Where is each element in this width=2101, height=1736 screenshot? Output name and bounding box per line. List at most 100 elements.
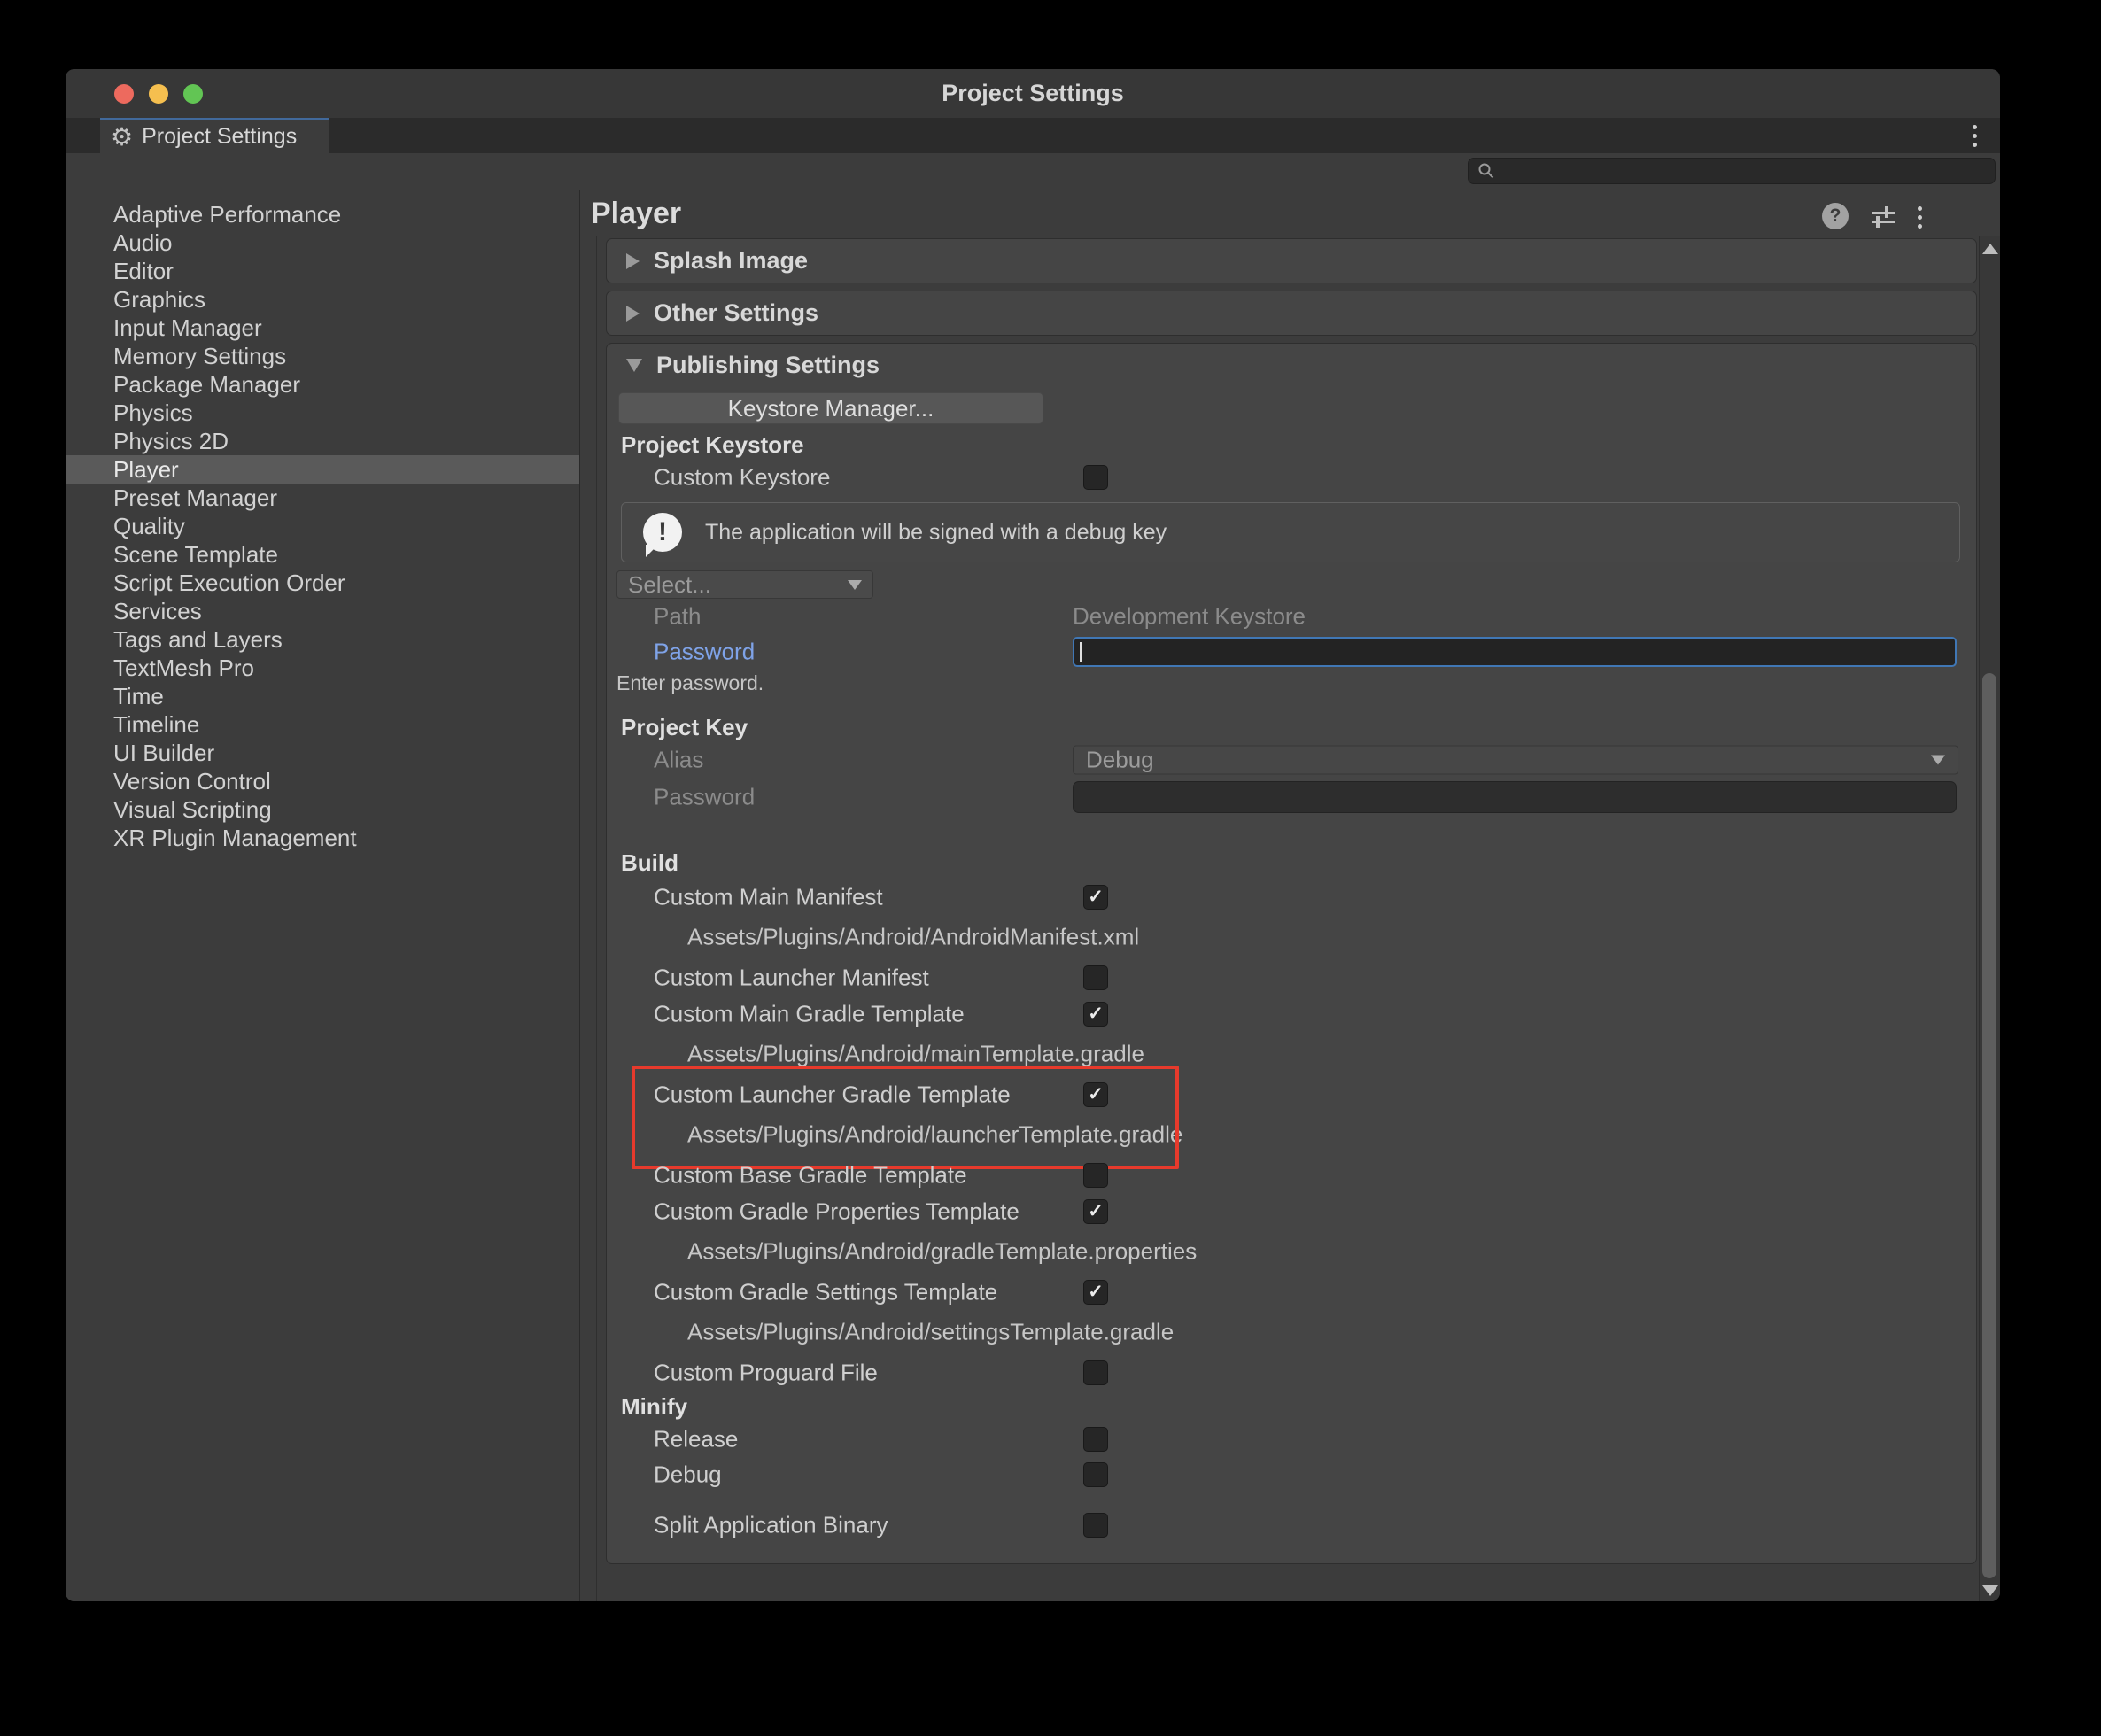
window-title: Project Settings (942, 80, 1124, 107)
vertical-scrollbar[interactable] (1979, 236, 2000, 1601)
sidebar-item-textmesh-pro[interactable]: TextMesh Pro (66, 654, 579, 682)
checked-checkbox[interactable]: ✓ (1083, 1280, 1108, 1305)
key-password-input[interactable] (1073, 781, 1957, 813)
debug-key-info-text: The application will be signed with a de… (705, 520, 1167, 546)
sidebar-item-preset-manager[interactable]: Preset Manager (66, 484, 579, 512)
help-icon[interactable]: ? (1822, 203, 1849, 229)
sidebar-item-xr-plugin-management[interactable]: XR Plugin Management (66, 824, 579, 852)
panel-header: Player (580, 190, 2000, 236)
other-settings-header[interactable]: Other Settings (607, 291, 1976, 335)
section-title: Splash Image (654, 247, 808, 275)
alias-dropdown[interactable]: Debug (1073, 746, 1958, 775)
checked-checkbox[interactable]: ✓ (1083, 885, 1108, 910)
search-box[interactable] (1468, 158, 1996, 184)
search-icon (1477, 162, 1495, 180)
tab-strip-kebab-menu-icon[interactable] (1973, 125, 1977, 147)
asset-path-text: Assets/Plugins/Android/AndroidManifest.x… (687, 924, 1139, 951)
keystore-password-row: Password (607, 634, 1976, 670)
setting-label: Custom Gradle Properties Template (654, 1197, 1019, 1225)
sidebar-item-scene-template[interactable]: Scene Template (66, 540, 579, 569)
alias-value: Debug (1086, 747, 1154, 774)
section-other-settings: Other Settings (606, 291, 1977, 336)
setting-row: Custom Base Gradle Template (607, 1157, 1976, 1193)
sidebar-item-physics[interactable]: Physics (66, 399, 579, 427)
tab-strip: ⚙ Project Settings (66, 118, 2000, 153)
setting-label: Custom Main Manifest (654, 883, 883, 911)
enter-password-hint: Enter password. (607, 670, 1976, 696)
sidebar-item-package-manager[interactable]: Package Manager (66, 370, 579, 399)
sidebar-item-timeline[interactable]: Timeline (66, 710, 579, 739)
unchecked-checkbox[interactable] (1083, 1360, 1108, 1385)
custom-keystore-checkbox[interactable] (1083, 465, 1108, 490)
presets-sliders-icon[interactable] (1870, 204, 1896, 229)
setting-label: Custom Main Gradle Template (654, 1000, 965, 1027)
scroll-down-arrow-icon[interactable] (1982, 1585, 1998, 1596)
setting-row: Custom Proguard File (607, 1354, 1976, 1391)
key-password-label: Password (654, 784, 755, 811)
scrollbar-thumb[interactable] (1982, 673, 1996, 1578)
scroll-up-arrow-icon[interactable] (1982, 244, 1998, 254)
titlebar: Project Settings (66, 69, 2000, 118)
checked-checkbox[interactable]: ✓ (1083, 1002, 1108, 1027)
sidebar-item-version-control[interactable]: Version Control (66, 767, 579, 795)
setting-path-row: Assets/Plugins/Android/launcherTemplate.… (607, 1112, 1976, 1157)
sidebar-item-graphics[interactable]: Graphics (66, 285, 579, 314)
traffic-lights (114, 84, 203, 104)
collapsed-arrow-icon (626, 253, 640, 269)
sidebar-item-tags-and-layers[interactable]: Tags and Layers (66, 625, 579, 654)
settings-scroll-area: Splash Image Other Settings Publishing S… (596, 236, 1978, 1601)
content: Adaptive PerformanceAudioEditorGraphicsI… (66, 190, 2000, 1601)
keystore-manager-button[interactable]: Keystore Manager... (618, 392, 1043, 424)
checked-checkbox[interactable]: ✓ (1083, 1199, 1108, 1224)
close-window-icon[interactable] (114, 84, 134, 104)
panel-kebab-menu-icon[interactable] (1918, 205, 1922, 229)
sidebar-item-adaptive-performance[interactable]: Adaptive Performance (66, 200, 579, 229)
sidebar-item-physics-2d[interactable]: Physics 2D (66, 427, 579, 455)
maximize-window-icon[interactable] (183, 84, 203, 104)
sidebar-item-editor[interactable]: Editor (66, 257, 579, 285)
build-header: Build (607, 847, 1976, 879)
unchecked-checkbox[interactable] (1083, 1163, 1108, 1188)
keystore-password-input[interactable] (1073, 637, 1957, 667)
alias-row: Alias Debug (607, 742, 1976, 778)
highlighted-setting-group: Custom Launcher Gradle Template✓Assets/P… (607, 1076, 1976, 1157)
sidebar-item-time[interactable]: Time (66, 682, 579, 710)
unchecked-checkbox[interactable] (1083, 1513, 1108, 1538)
keystore-select-dropdown[interactable]: Select... (616, 570, 873, 599)
setting-label: Release (654, 1426, 738, 1453)
sidebar-item-script-execution-order[interactable]: Script Execution Order (66, 569, 579, 597)
chevron-down-icon (848, 580, 862, 590)
setting-row: Release (607, 1422, 1976, 1456)
unchecked-checkbox[interactable] (1083, 965, 1108, 990)
tab-project-settings[interactable]: ⚙ Project Settings (100, 118, 329, 153)
checked-checkbox[interactable]: ✓ (1083, 1082, 1108, 1107)
panel-header-icons: ? (1822, 203, 1922, 229)
search-input[interactable] (1502, 159, 1995, 183)
tab-label: Project Settings (142, 124, 297, 150)
sidebar-item-audio[interactable]: Audio (66, 229, 579, 257)
sidebar-item-memory-settings[interactable]: Memory Settings (66, 342, 579, 370)
unchecked-checkbox[interactable] (1083, 1427, 1108, 1452)
minimize-window-icon[interactable] (149, 84, 168, 104)
sidebar-item-input-manager[interactable]: Input Manager (66, 314, 579, 342)
sidebar-item-visual-scripting[interactable]: Visual Scripting (66, 795, 579, 824)
sidebar-item-quality[interactable]: Quality (66, 512, 579, 540)
setting-row: Custom Gradle Settings Template✓ (607, 1274, 1976, 1310)
setting-row: Custom Launcher Manifest (607, 959, 1976, 996)
sidebar-item-ui-builder[interactable]: UI Builder (66, 739, 579, 767)
sidebar-item-services[interactable]: Services (66, 597, 579, 625)
asset-path-text: Assets/Plugins/Android/launcherTemplate.… (687, 1121, 1182, 1149)
setting-path-row: Assets/Plugins/Android/AndroidManifest.x… (607, 915, 1976, 959)
sidebar-item-player[interactable]: Player (66, 455, 579, 484)
project-keystore-header: Project Keystore (607, 430, 1976, 460)
chevron-down-icon (1931, 756, 1945, 765)
settings-category-sidebar: Adaptive PerformanceAudioEditorGraphicsI… (66, 190, 580, 1601)
project-settings-window: Project Settings ⚙ Project Settings Adap… (66, 69, 2000, 1601)
exclamation-bubble-icon: ! (643, 513, 682, 552)
text-caret (1080, 642, 1082, 662)
setting-label: Split Application Binary (654, 1511, 888, 1538)
unchecked-checkbox[interactable] (1083, 1462, 1108, 1487)
setting-label: Custom Proguard File (654, 1359, 878, 1386)
splash-image-header[interactable]: Splash Image (607, 239, 1976, 283)
publishing-settings-header[interactable]: Publishing Settings (607, 344, 1976, 387)
